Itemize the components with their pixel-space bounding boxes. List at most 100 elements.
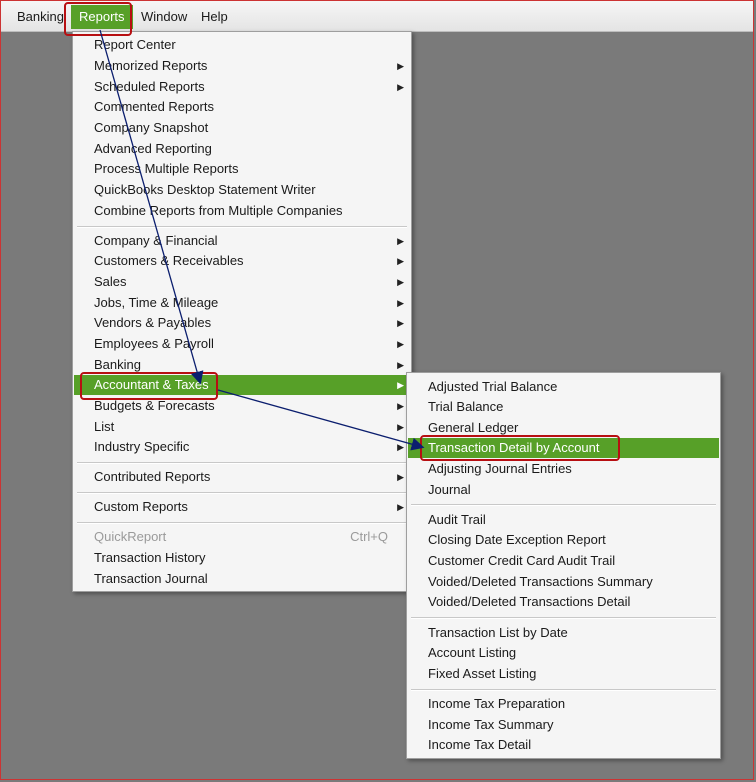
menu-item-label: Transaction History [94,550,206,565]
menu-item-label: Income Tax Summary [428,717,554,732]
menu-item-contributed-reports[interactable]: Contributed Reports ▶ [74,467,410,487]
submenu-item-income-tax-preparation[interactable]: Income Tax Preparation [408,694,719,714]
menu-separator [77,462,407,464]
menu-separator [77,226,407,228]
menu-item-custom-reports[interactable]: Custom Reports ▶ [74,497,410,517]
menu-item-jobs-time-mileage[interactable]: Jobs, Time & Mileage ▶ [74,293,410,313]
menu-item-combine-reports[interactable]: Combine Reports from Multiple Companies [74,201,410,221]
menu-item-list[interactable]: List ▶ [74,417,410,437]
menu-separator [77,522,407,524]
submenu-arrow-icon: ▶ [397,360,404,370]
menu-item-statement-writer[interactable]: QuickBooks Desktop Statement Writer [74,180,410,200]
menu-window[interactable]: Window [137,7,191,27]
menu-item-label: List [94,419,115,434]
menu-item-scheduled-reports[interactable]: Scheduled Reports ▶ [74,77,410,97]
menu-item-memorized-reports[interactable]: Memorized Reports ▶ [74,56,410,76]
submenu-item-voided-deleted-detail[interactable]: Voided/Deleted Transactions Detail [408,592,719,612]
menu-item-label: Adjusted Trial Balance [428,379,558,394]
menu-item-label: General Ledger [428,420,519,435]
submenu-arrow-icon: ▶ [397,442,404,452]
menu-item-transaction-history[interactable]: Transaction History [74,548,410,568]
menu-item-label: Adjusting Journal Entries [428,461,572,476]
menu-item-label: Banking [94,357,141,372]
menu-item-label: Employees & Payroll [94,336,214,351]
submenu-item-income-tax-detail[interactable]: Income Tax Detail [408,735,719,755]
menu-item-label: Transaction List by Date [428,625,568,640]
submenu-item-general-ledger[interactable]: General Ledger [408,418,719,438]
menu-item-label: Transaction Detail by Account [428,440,600,455]
menu-item-label: Contributed Reports [94,469,211,484]
menu-item-label: Vendors & Payables [94,315,212,330]
menu-item-transaction-journal[interactable]: Transaction Journal [74,569,410,589]
menu-item-label: Budgets & Forecasts [94,398,215,413]
submenu-arrow-icon: ▶ [397,256,404,266]
submenu-arrow-icon: ▶ [397,502,404,512]
submenu-item-fixed-asset-listing[interactable]: Fixed Asset Listing [408,664,719,684]
menu-item-company-financial[interactable]: Company & Financial ▶ [74,231,410,251]
menu-item-label: Income Tax Detail [428,737,532,752]
menu-separator [411,617,716,619]
menu-item-advanced-reporting[interactable]: Advanced Reporting [74,139,410,159]
menu-item-label: Transaction Journal [94,571,208,586]
menu-reports[interactable]: Reports [71,5,133,29]
menu-item-banking[interactable]: Banking ▶ [74,355,410,375]
menu-item-label: Custom Reports [94,499,188,514]
accountant-taxes-submenu: Adjusted Trial Balance Trial Balance Gen… [406,372,721,759]
submenu-arrow-icon: ▶ [397,236,404,246]
menu-item-process-multiple-reports[interactable]: Process Multiple Reports [74,159,410,179]
submenu-arrow-icon: ▶ [397,380,404,390]
submenu-arrow-icon: ▶ [397,277,404,287]
menu-item-industry-specific[interactable]: Industry Specific ▶ [74,437,410,457]
submenu-item-adjusting-journal-entries[interactable]: Adjusting Journal Entries [408,459,719,479]
menu-item-label: Voided/Deleted Transactions Summary [428,574,653,589]
menu-item-commented-reports[interactable]: Commented Reports [74,97,410,117]
submenu-item-closing-date-exception[interactable]: Closing Date Exception Report [408,530,719,550]
menu-item-label: Combine Reports from Multiple Companies [94,203,343,218]
submenu-item-voided-deleted-summary[interactable]: Voided/Deleted Transactions Summary [408,572,719,592]
menu-item-label: Memorized Reports [94,58,208,73]
menu-item-label: Report Center [94,37,176,52]
menu-item-label: Voided/Deleted Transactions Detail [428,594,631,609]
submenu-item-credit-card-audit-trail[interactable]: Customer Credit Card Audit Trail [408,551,719,571]
menu-banking[interactable]: Banking [13,7,68,27]
menu-item-customers-receivables[interactable]: Customers & Receivables ▶ [74,251,410,271]
menu-item-vendors-payables[interactable]: Vendors & Payables ▶ [74,313,410,333]
menu-help[interactable]: Help [197,7,232,27]
submenu-arrow-icon: ▶ [397,318,404,328]
submenu-item-income-tax-summary[interactable]: Income Tax Summary [408,715,719,735]
menu-separator [77,492,407,494]
submenu-item-transaction-detail-by-account[interactable]: Transaction Detail by Account [408,438,719,458]
menu-item-label: Customer Credit Card Audit Trail [428,553,616,568]
submenu-arrow-icon: ▶ [397,61,404,71]
menu-item-employees-payroll[interactable]: Employees & Payroll ▶ [74,334,410,354]
menu-item-label: Closing Date Exception Report [428,532,606,547]
submenu-item-transaction-list-by-date[interactable]: Transaction List by Date [408,623,719,643]
menu-item-report-center[interactable]: Report Center [74,35,410,55]
menu-separator [411,689,716,691]
menu-separator [411,504,716,506]
menu-item-label: QuickReport [94,529,167,544]
submenu-item-journal[interactable]: Journal [408,480,719,500]
menu-item-budgets-forecasts[interactable]: Budgets & Forecasts ▶ [74,396,410,416]
menu-item-label: Trial Balance [428,399,504,414]
menu-item-shortcut: Ctrl+Q [350,529,388,544]
menu-item-label: Jobs, Time & Mileage [94,295,219,310]
menu-item-label: Process Multiple Reports [94,161,239,176]
menu-item-company-snapshot[interactable]: Company Snapshot [74,118,410,138]
submenu-item-trial-balance[interactable]: Trial Balance [408,397,719,417]
submenu-arrow-icon: ▶ [397,401,404,411]
submenu-arrow-icon: ▶ [397,472,404,482]
submenu-arrow-icon: ▶ [397,422,404,432]
menu-item-sales[interactable]: Sales ▶ [74,272,410,292]
menu-item-label: Audit Trail [428,512,486,527]
menu-item-quickreport: QuickReport Ctrl+Q [74,527,410,547]
menu-item-label: Accountant & Taxes [94,377,209,392]
submenu-arrow-icon: ▶ [397,339,404,349]
submenu-item-adjusted-trial-balance[interactable]: Adjusted Trial Balance [408,377,719,397]
submenu-item-account-listing[interactable]: Account Listing [408,643,719,663]
menu-item-accountant-taxes[interactable]: Accountant & Taxes ▶ [74,375,410,395]
submenu-item-audit-trail[interactable]: Audit Trail [408,510,719,530]
menu-item-label: Fixed Asset Listing [428,666,537,681]
menu-item-label: Account Listing [428,645,517,660]
menu-item-label: Company Snapshot [94,120,209,135]
